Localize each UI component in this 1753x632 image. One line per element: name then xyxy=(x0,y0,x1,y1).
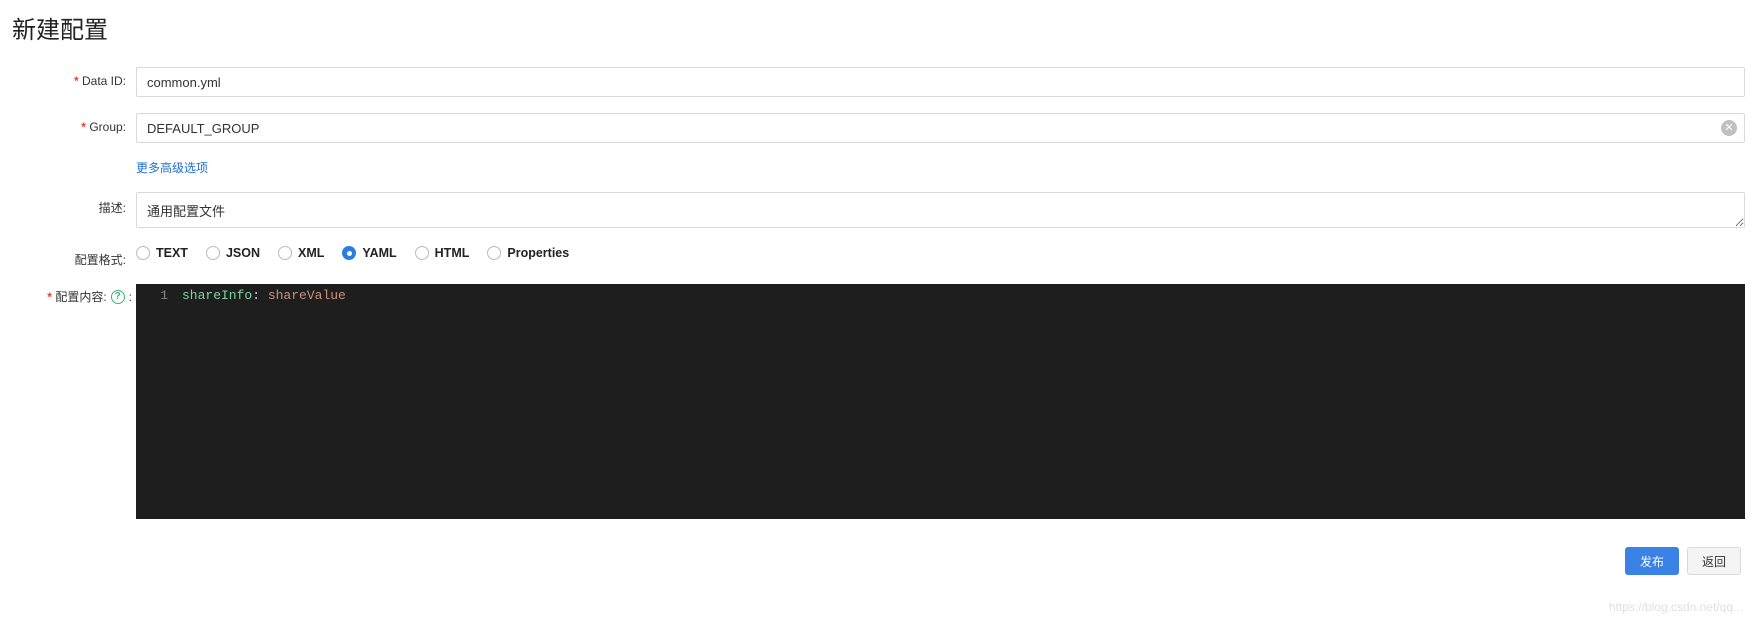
page-title: 新建配置 xyxy=(8,10,1745,45)
row-data-id: Data ID: xyxy=(8,67,1745,97)
format-radio-label: YAML xyxy=(362,246,396,260)
label-format: 配置格式: xyxy=(8,244,136,268)
radio-circle-icon xyxy=(415,246,429,260)
radio-circle-icon xyxy=(206,246,220,260)
radio-circle-icon xyxy=(136,246,150,260)
format-radio-label: HTML xyxy=(435,246,470,260)
data-id-input[interactable] xyxy=(136,67,1745,97)
label-content: 配置内容: xyxy=(47,288,106,305)
format-radio-label: TEXT xyxy=(156,246,188,260)
code-key: shareInfo xyxy=(182,288,252,303)
code-editor[interactable]: 1 shareInfo: shareValue xyxy=(136,284,1745,519)
format-radio-group: TEXT JSON XML YAML HTML Properties xyxy=(136,244,569,260)
radio-circle-icon xyxy=(342,246,356,260)
back-button[interactable]: 返回 xyxy=(1687,547,1741,575)
radio-circle-icon xyxy=(487,246,501,260)
clear-group-icon[interactable]: ✕ xyxy=(1721,120,1737,136)
footer-actions: 发布 返回 xyxy=(8,535,1745,575)
format-radio-properties[interactable]: Properties xyxy=(487,246,569,260)
label-content-colon: : xyxy=(129,290,132,304)
format-radio-label: XML xyxy=(298,246,324,260)
format-radio-yaml[interactable]: YAML xyxy=(342,246,396,260)
format-radio-label: Properties xyxy=(507,246,569,260)
description-input[interactable]: 通用配置文件 xyxy=(136,192,1745,228)
group-input[interactable] xyxy=(136,113,1745,143)
editor-gutter: 1 xyxy=(136,284,182,519)
code-value: shareValue xyxy=(260,288,346,303)
line-number: 1 xyxy=(136,286,168,306)
editor-content[interactable]: shareInfo: shareValue xyxy=(182,284,1745,519)
publish-button[interactable]: 发布 xyxy=(1625,547,1679,575)
row-description: 描述: 通用配置文件 xyxy=(8,192,1745,228)
row-group: Group: ✕ xyxy=(8,113,1745,143)
radio-circle-icon xyxy=(278,246,292,260)
advanced-options-link[interactable]: 更多高级选项 xyxy=(136,159,208,176)
watermark: https://blog.csdn.net/qq... xyxy=(1609,600,1743,614)
format-radio-html[interactable]: HTML xyxy=(415,246,470,260)
label-description: 描述: xyxy=(8,192,136,216)
format-radio-json[interactable]: JSON xyxy=(206,246,260,260)
label-data-id: Data ID: xyxy=(8,67,136,88)
label-group: Group: xyxy=(8,113,136,134)
format-radio-xml[interactable]: XML xyxy=(278,246,324,260)
help-icon[interactable]: ? xyxy=(111,290,125,304)
row-advanced: 更多高级选项 xyxy=(8,159,1745,176)
code-colon: : xyxy=(252,288,260,303)
row-content: 配置内容: ? : 1 shareInfo: shareValue xyxy=(8,284,1745,519)
label-spacer xyxy=(8,159,136,166)
format-radio-label: JSON xyxy=(226,246,260,260)
format-radio-text[interactable]: TEXT xyxy=(136,246,188,260)
row-format: 配置格式: TEXT JSON XML YAML HTML Properties xyxy=(8,244,1745,268)
